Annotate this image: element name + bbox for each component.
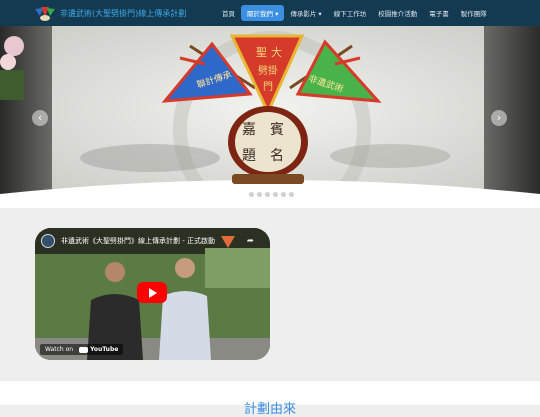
youtube-logo: YouTube	[79, 346, 118, 353]
svg-text:嘉: 嘉	[242, 122, 256, 138]
carousel-indicator[interactable]	[241, 192, 246, 197]
share-icon[interactable]: ➦	[247, 236, 254, 245]
nav-school-events[interactable]: 校園推介活動	[372, 5, 423, 21]
carousel-indicator[interactable]	[281, 192, 286, 197]
youtube-video-embed[interactable]: 非遺武術《大聖劈掛門》線上傳承計劃 - 正式啟動 ➦ Watch on YouT…	[35, 228, 270, 360]
nav-about-us[interactable]: 關於我們 ▾	[241, 5, 285, 21]
svg-text:大: 大	[271, 45, 282, 59]
flags-logo-icon	[34, 6, 56, 21]
carousel-indicators	[241, 192, 297, 197]
svg-text:門: 門	[263, 81, 273, 93]
carousel-indicator[interactable]	[289, 192, 294, 197]
carousel-prev-button[interactable]: ‹	[32, 110, 48, 126]
chevron-left-icon: ‹	[37, 111, 43, 124]
video-section: 非遺武術《大聖劈掛門》線上傳承計劃 - 正式啟動 ➦ Watch on YouT…	[0, 208, 540, 381]
watch-on-youtube-link[interactable]: Watch on YouTube	[40, 344, 124, 355]
nav-workshops[interactable]: 線下工作坊	[328, 5, 373, 21]
nav-team[interactable]: 製作團隊	[455, 5, 493, 21]
svg-text:賓: 賓	[270, 121, 284, 138]
nav-ebook[interactable]: 電子書	[423, 5, 455, 21]
chevron-right-icon: ›	[496, 111, 502, 124]
carousel-next-button[interactable]: ›	[491, 110, 507, 126]
carousel-indicator[interactable]	[265, 192, 270, 197]
svg-text:劈掛: 劈掛	[258, 64, 278, 77]
play-icon	[149, 288, 157, 298]
svg-text:名: 名	[270, 148, 284, 164]
carousel-indicator[interactable]	[249, 192, 254, 197]
brand[interactable]: 非遺武術(大聖劈掛門)線上傳承計劃	[34, 6, 187, 21]
project-origin-section: 計劃由來	[0, 381, 540, 417]
svg-text:題: 題	[242, 148, 256, 164]
site-title: 非遺武術(大聖劈掛門)線上傳承計劃	[60, 8, 187, 18]
nav-home[interactable]: 首頁	[216, 5, 241, 21]
carousel-indicator[interactable]	[257, 192, 262, 197]
hero-carousel: 聖 大 劈掛 門 聯計傳承 非遺武術 嘉 賓 題 名 ‹ ›	[0, 26, 540, 208]
svg-text:聖: 聖	[256, 46, 267, 59]
watch-on-label: Watch on	[45, 346, 74, 353]
section-heading: 計劃由來	[243, 402, 296, 417]
nav-videos[interactable]: 傳承影片 ▾	[284, 5, 327, 21]
youtube-label: YouTube	[90, 346, 119, 353]
main-nav: 首頁 關於我們 ▾ 傳承影片 ▾ 線下工作坊 校園推介活動 電子書 製作團隊	[216, 5, 493, 21]
channel-avatar[interactable]	[41, 234, 55, 248]
play-button[interactable]	[137, 282, 167, 303]
hero-slide-image: 聖 大 劈掛 門 聯計傳承 非遺武術 嘉 賓 題 名	[0, 26, 540, 208]
youtube-icon	[79, 346, 89, 353]
carousel-indicator[interactable]	[273, 192, 278, 197]
video-title[interactable]: 非遺武術《大聖劈掛門》線上傳承計劃 - 正式啟動	[61, 236, 215, 246]
top-navbar: 非遺武術(大聖劈掛門)線上傳承計劃 首頁 關於我們 ▾ 傳承影片 ▾ 線下工作坊…	[0, 0, 540, 26]
